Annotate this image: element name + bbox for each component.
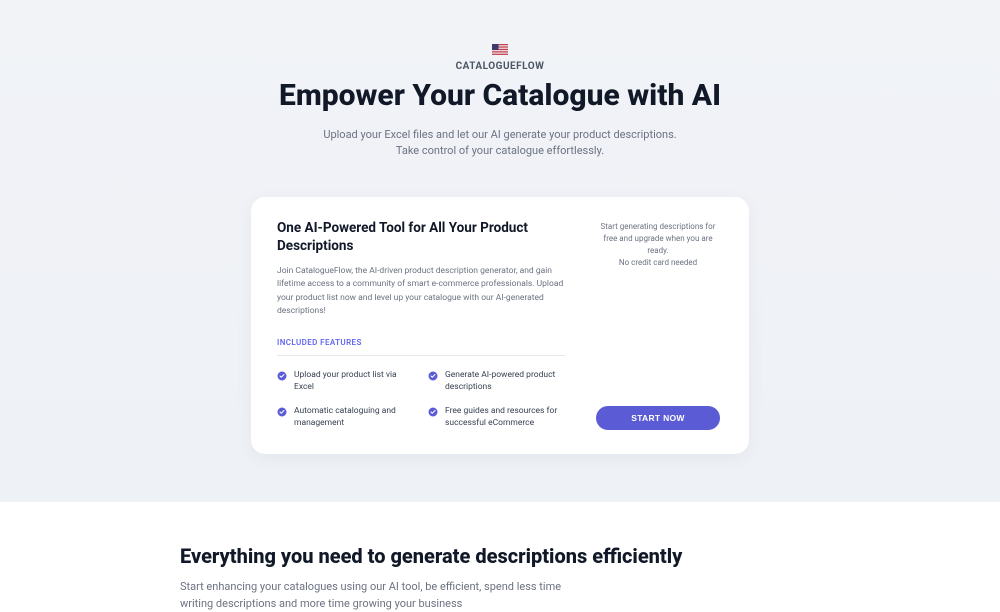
hero-subline-2: Take control of your catalogue effortles… [0, 143, 1000, 159]
feature-item: Upload your product list via Excel [277, 370, 414, 394]
feature-item: Free guides and resources for successful… [428, 406, 565, 430]
start-now-button[interactable]: START NOW [596, 406, 720, 430]
right-text-line2: No credit card needed [619, 258, 697, 267]
features-grid: Upload your product list via Excel Gener… [277, 370, 565, 430]
lower-description: Start enhancing your catalogues using ou… [180, 578, 590, 612]
brand-name: CATALOGUEFLOW [0, 61, 1000, 72]
card-description: Join CatalogueFlow, the AI-driven produc… [277, 265, 565, 318]
feature-text: Generate AI-powered product descriptions [445, 370, 565, 394]
feature-text: Automatic cataloguing and management [294, 406, 414, 430]
lower-inner: Everything you need to generate descript… [160, 544, 840, 612]
included-features-label: INCLUDED FEATURES [277, 338, 565, 356]
right-text-line1: Start generating descriptions for free a… [601, 222, 716, 255]
lower-title: Everything you need to generate descript… [180, 544, 820, 568]
check-circle-icon [428, 371, 438, 381]
card-right-text: Start generating descriptions for free a… [593, 219, 723, 269]
feature-item: Automatic cataloguing and management [277, 406, 414, 430]
card-right: Start generating descriptions for free a… [593, 219, 723, 430]
lower-section: Everything you need to generate descript… [0, 502, 1000, 612]
check-circle-icon [428, 407, 438, 417]
card-title: One AI-Powered Tool for All Your Product… [277, 219, 565, 255]
pricing-card: One AI-Powered Tool for All Your Product… [251, 197, 749, 454]
locale-flag-wrap [0, 44, 1000, 55]
card-left: One AI-Powered Tool for All Your Product… [277, 219, 565, 430]
feature-text: Upload your product list via Excel [294, 370, 414, 394]
check-circle-icon [277, 407, 287, 417]
hero-subline-1: Upload your Excel files and let our AI g… [0, 127, 1000, 143]
feature-text: Free guides and resources for successful… [445, 406, 565, 430]
hero-section: CATALOGUEFLOW Empower Your Catalogue wit… [0, 0, 1000, 502]
check-circle-icon [277, 371, 287, 381]
hero-headline: Empower Your Catalogue with AI [0, 78, 1000, 113]
feature-item: Generate AI-powered product descriptions [428, 370, 565, 394]
flag-icon[interactable] [492, 44, 508, 55]
